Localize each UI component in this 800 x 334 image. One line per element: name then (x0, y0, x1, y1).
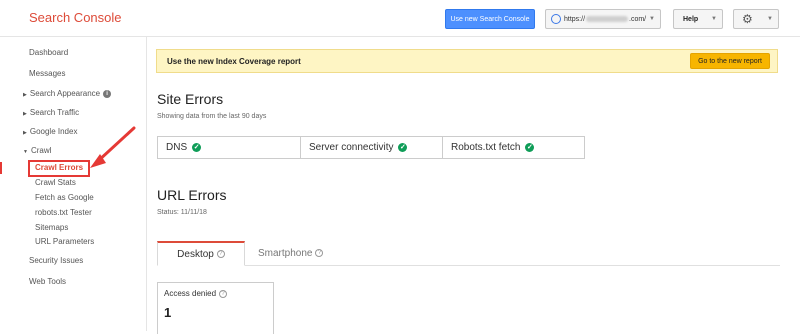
card-value: 1 (164, 305, 172, 320)
sidebar-item-url-parameters[interactable]: URL Parameters (35, 237, 94, 246)
help-circle-icon[interactable]: ? (219, 289, 228, 298)
banner-text: Use the new Index Coverage report (167, 57, 301, 66)
chevron-down-icon: ▼ (711, 16, 717, 22)
access-denied-card[interactable]: Access denied? 1 (157, 282, 274, 334)
property-selector[interactable]: https:// .com/ ▼ (545, 9, 661, 29)
card-label: Access denied? (164, 289, 228, 298)
help-circle-icon[interactable]: ? (315, 249, 324, 258)
tab-label: Smartphone (258, 248, 313, 259)
go-to-new-report-button[interactable]: Go to the new report (690, 53, 770, 69)
redacted-domain (586, 16, 629, 22)
help-label: Help (683, 15, 699, 23)
sidebar-item-security-issues[interactable]: Security Issues (29, 256, 83, 265)
help-button[interactable]: Help ▼ (673, 9, 723, 29)
card-label-text: Access denied (164, 289, 217, 298)
gear-icon: ⚙ (742, 12, 753, 26)
index-coverage-banner: Use the new Index Coverage report Go to … (156, 49, 778, 73)
site-error-label: Robots.txt fetch (451, 142, 521, 153)
url-errors-status: Status: 11/11/18 (157, 209, 207, 216)
site-errors-table: DNS ✓ Server connectivity ✓ Robots.txt fet… (157, 136, 585, 159)
check-icon: ✓ (398, 143, 408, 152)
settings-button[interactable]: ⚙ ▼ (733, 9, 779, 29)
tab-smartphone[interactable]: Smartphone? (258, 248, 324, 259)
site-error-label: Server connectivity (309, 142, 394, 153)
sidebar-item-web-tools[interactable]: Web Tools (29, 277, 66, 286)
globe-icon (551, 14, 561, 24)
site-errors-subtitle: Showing data from the last 90 days (157, 113, 267, 120)
site-error-label: DNS (166, 142, 188, 153)
annotation-arrow (90, 126, 136, 168)
site-url-prefix: https:// (564, 15, 586, 23)
site-error-server-connectivity[interactable]: Server connectivity ✓ (301, 137, 443, 158)
sidebar-item-robots-tester[interactable]: robots.txt Tester (35, 208, 92, 217)
site-error-robots-fetch[interactable]: Robots.txt fetch ✓ (443, 137, 584, 158)
chevron-down-icon: ▼ (649, 16, 655, 22)
tab-label: Desktop (177, 248, 214, 260)
site-error-dns[interactable]: DNS ✓ (158, 137, 301, 158)
site-errors-heading: Site Errors (157, 91, 224, 107)
url-errors-heading: URL Errors (157, 187, 227, 203)
chevron-down-icon: ▼ (767, 16, 773, 22)
use-new-search-console-button[interactable]: Use new Search Console (445, 9, 535, 29)
help-circle-icon[interactable]: ? (216, 250, 225, 258)
tab-desktop[interactable]: Desktop? (157, 241, 245, 266)
check-icon: ✓ (525, 143, 535, 152)
sidebar-item-sitemaps[interactable]: Sitemaps (35, 223, 68, 232)
site-url-suffix: .com/ (629, 15, 647, 23)
check-icon: ✓ (192, 143, 202, 152)
tabs-divider (157, 265, 780, 266)
